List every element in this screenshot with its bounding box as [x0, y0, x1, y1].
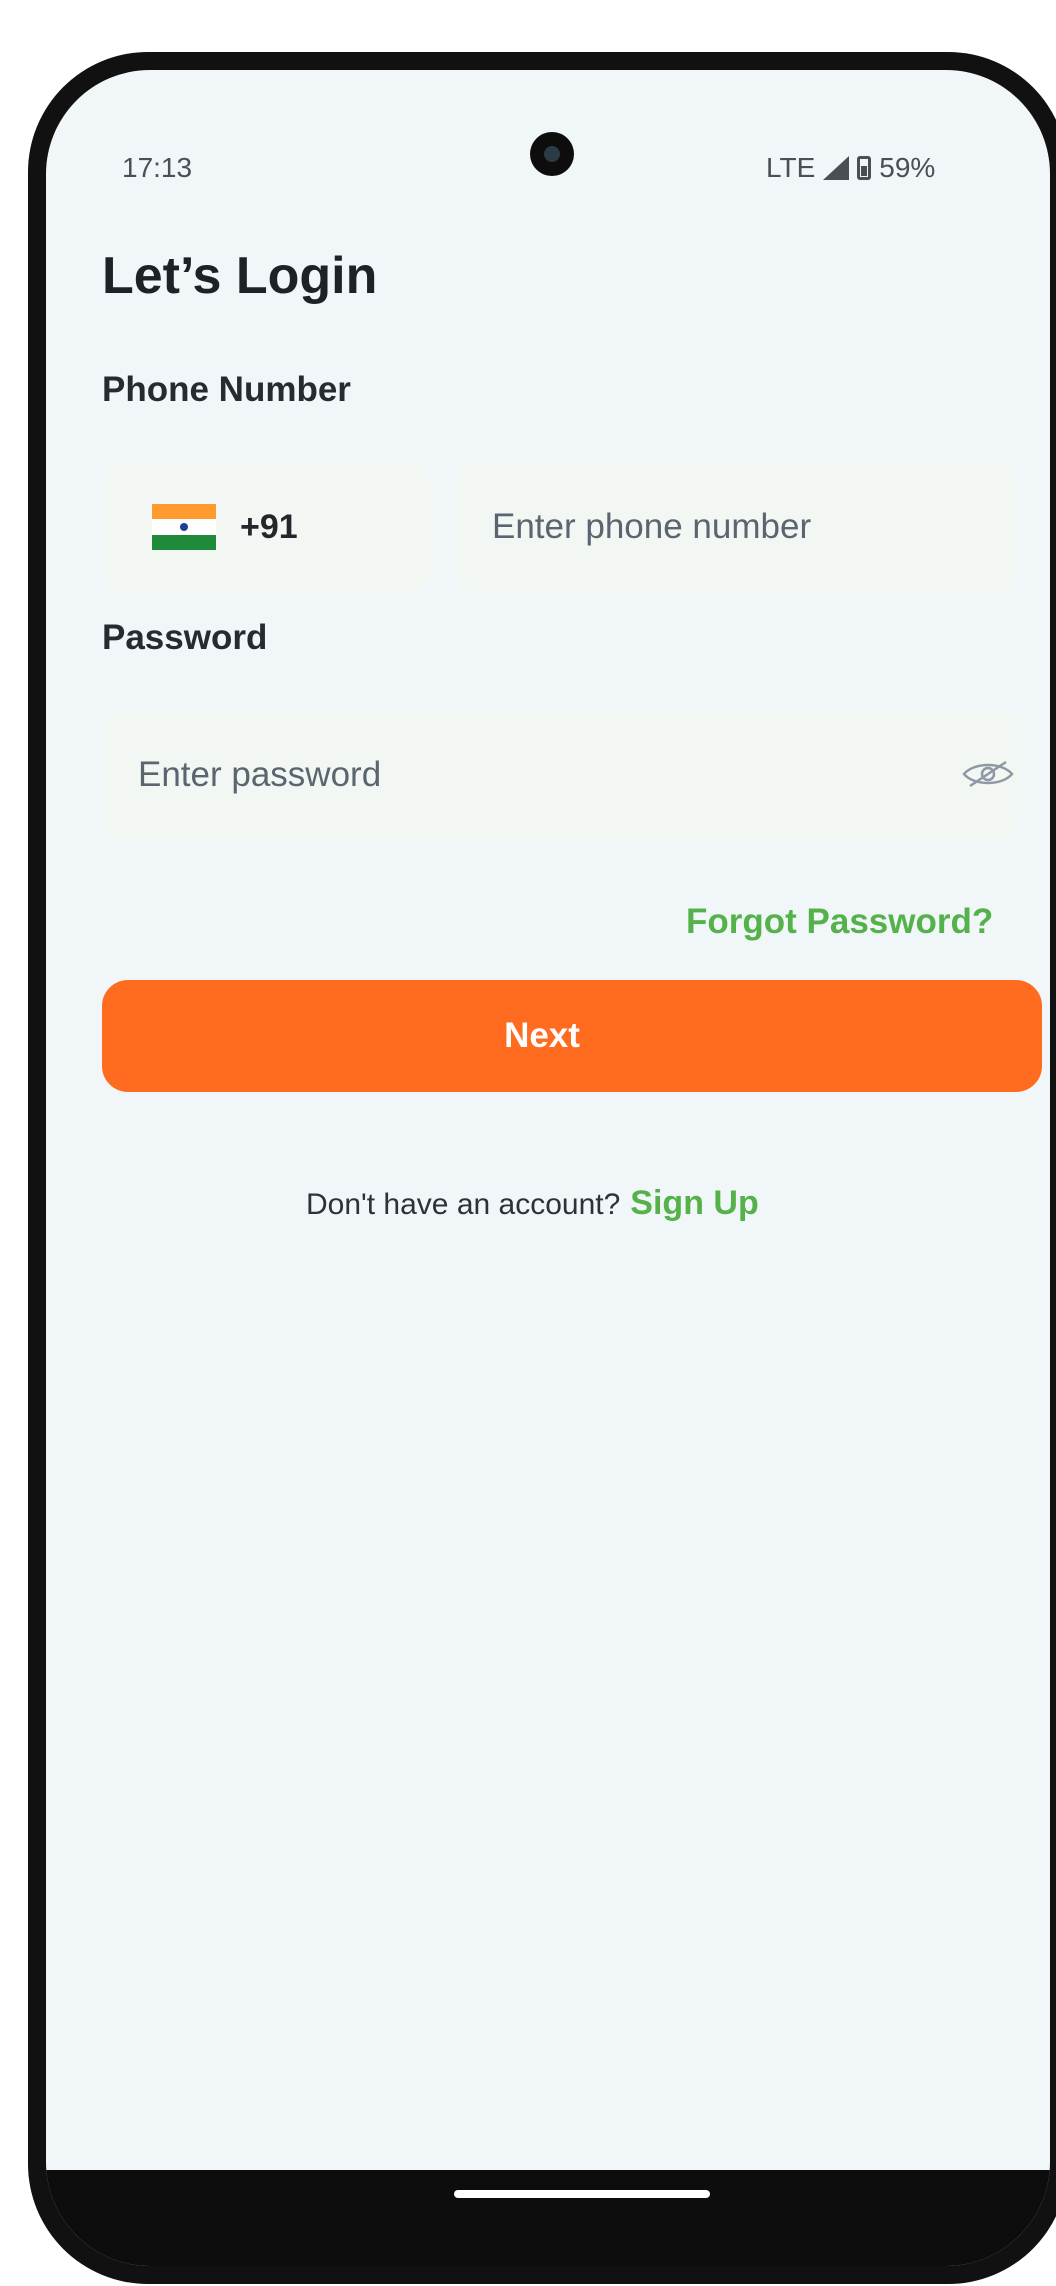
login-screen: 17:13 LTE 59% Let’s Login Phone Number +…	[46, 70, 1050, 2266]
status-indicators: LTE 59%	[766, 152, 935, 184]
phone-number-input[interactable]: Enter phone number	[456, 462, 1016, 592]
navigation-bar	[46, 2170, 1050, 2266]
password-input[interactable]: Enter password	[102, 710, 1022, 840]
signup-prompt: Don't have an account?	[306, 1188, 621, 1221]
status-time: 17:13	[122, 152, 193, 183]
eye-icon[interactable]	[962, 760, 1014, 788]
signal-icon	[823, 156, 850, 180]
forgot-password-link[interactable]: Forgot Password?	[686, 902, 993, 942]
camera-icon	[530, 132, 574, 176]
signup-row: Don't have an account? Sign Up	[306, 1184, 759, 1223]
network-type: LTE	[766, 152, 816, 183]
mockup-stage: 17:13 LTE 59% Let’s Login Phone Number +…	[0, 0, 1056, 2286]
password-placeholder: Enter password	[138, 755, 382, 794]
next-button[interactable]: Next	[102, 980, 1042, 1092]
password-label: Password	[102, 618, 268, 657]
phone-number-label: Phone Number	[102, 370, 351, 409]
battery-level: 59%	[879, 152, 936, 183]
signup-link[interactable]: Sign Up	[630, 1184, 758, 1223]
status-bar: 17:13 LTE 59%	[46, 70, 1050, 190]
country-code-selector[interactable]: +91	[102, 462, 432, 592]
phone-frame: 17:13 LTE 59% Let’s Login Phone Number +…	[28, 52, 1056, 2284]
page-title: Let’s Login	[102, 247, 378, 305]
india-flag-icon	[152, 504, 216, 550]
phone-number-placeholder: Enter phone number	[492, 507, 812, 546]
home-indicator[interactable]	[454, 2190, 710, 2198]
battery-icon	[857, 156, 872, 180]
country-code: +91	[240, 507, 298, 546]
